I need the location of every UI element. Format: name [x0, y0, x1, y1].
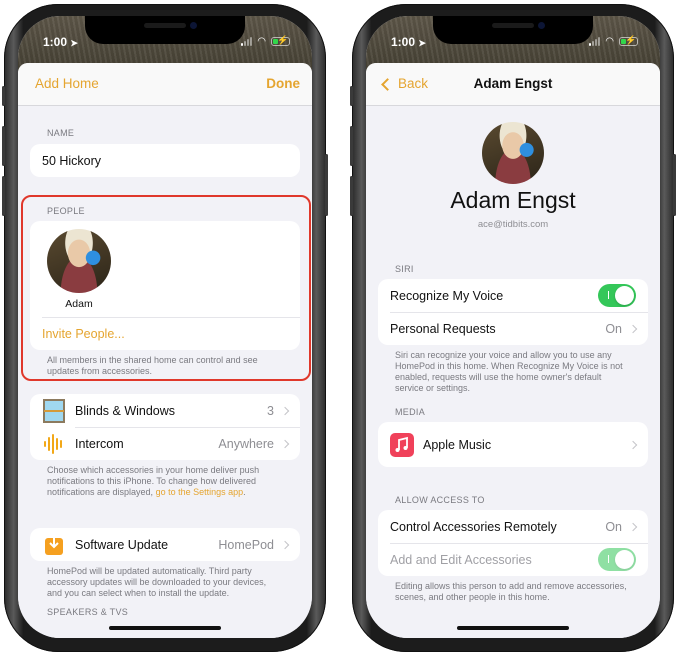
home-indicator[interactable] — [457, 626, 569, 630]
chevron-right-icon — [280, 540, 290, 549]
media-group: Apple Music — [378, 422, 648, 467]
volume-up-button — [2, 126, 5, 166]
personal-requests-row[interactable]: Personal Requests On — [378, 312, 648, 345]
row-value: HomePod — [218, 537, 274, 552]
location-arrow-icon: ➤ — [418, 38, 426, 48]
side-button — [325, 154, 328, 216]
intercom-row[interactable]: Intercom Anywhere — [30, 427, 300, 460]
battery-charging-icon — [619, 35, 638, 46]
section-label-speakers: SPEAKERS & TVS — [47, 607, 129, 617]
access-group: Control Accessories Remotely On Add and … — [378, 510, 648, 576]
add-home-button[interactable]: Add Home — [35, 76, 99, 91]
row-label: Software Update — [75, 537, 169, 552]
battery-charging-icon — [271, 35, 290, 46]
member-tile[interactable]: Adam — [30, 221, 300, 317]
section-label-name: NAME — [47, 128, 75, 138]
invite-people-button[interactable]: Invite People... — [30, 318, 300, 350]
done-button[interactable]: Done — [266, 76, 300, 91]
status-time: 1:00 ➤ — [391, 35, 426, 49]
row-label: Blinds & Windows — [75, 403, 176, 418]
people-group: Adam Invite People... — [30, 221, 300, 350]
row-value: Anywhere — [218, 436, 274, 451]
software-update-footer: HomePod will be updated automatically. T… — [47, 566, 267, 598]
access-footer: Editing allows this person to add and re… — [395, 581, 627, 602]
section-label-people: PEOPLE — [47, 206, 85, 216]
phone-right: 1:00 ➤ ◠ Back Adam Engst Adam Engst ace@… — [350, 4, 676, 652]
chevron-right-icon — [280, 406, 290, 415]
row-label: Intercom — [75, 436, 124, 451]
mute-switch — [350, 86, 353, 106]
volume-down-button — [2, 176, 5, 216]
software-update-group: Software Update HomePod — [30, 528, 300, 561]
screen: 1:00 ➤ ◠ Add Home Done NAME 50 Hickory P… — [18, 16, 312, 638]
control-accessories-remotely-row[interactable]: Control Accessories Remotely On — [378, 510, 648, 543]
apple-music-icon — [390, 432, 414, 457]
row-label: Control Accessories Remotely — [390, 519, 557, 534]
section-label-media: MEDIA — [395, 407, 426, 417]
notifications-footer: Choose which accessories in your home de… — [18, 460, 312, 498]
status-time: 1:00 ➤ — [43, 35, 78, 49]
location-arrow-icon: ➤ — [70, 38, 78, 48]
people-footer: All members in the shared home can contr… — [47, 355, 258, 376]
nav-bar: Add Home Done — [18, 63, 312, 106]
home-indicator[interactable] — [109, 626, 221, 630]
nav-bar: Back Adam Engst — [366, 63, 660, 106]
home-name-field[interactable]: 50 Hickory — [30, 144, 300, 177]
add-edit-accessories-toggle[interactable] — [598, 548, 636, 571]
mute-switch — [2, 86, 5, 106]
recognize-my-voice-row: Recognize My Voice — [378, 279, 648, 312]
row-value: On — [605, 321, 622, 336]
row-label: Recognize My Voice — [390, 288, 504, 303]
nav-title: Adam Engst — [473, 76, 553, 91]
home-name-value[interactable]: 50 Hickory — [42, 154, 288, 168]
add-edit-accessories-row: Add and Edit Accessories — [378, 543, 648, 576]
volume-up-button — [350, 126, 353, 166]
software-update-row[interactable]: Software Update HomePod — [30, 528, 300, 561]
row-label: Add and Edit Accessories — [390, 552, 532, 567]
apple-music-row[interactable]: Apple Music — [378, 422, 648, 467]
row-value: On — [605, 519, 622, 534]
add-home-sheet: Add Home Done NAME 50 Hickory PEOPLE Ada… — [18, 63, 312, 638]
chevron-right-icon — [628, 522, 638, 531]
recognize-my-voice-toggle[interactable] — [598, 284, 636, 307]
profile-name: Adam Engst — [450, 187, 576, 213]
notifications-group: Blinds & Windows 3 Intercom Anywhere — [30, 394, 300, 460]
siri-footer: Siri can recognize your voice and allow … — [395, 350, 623, 393]
footer-end: . — [243, 487, 246, 497]
person-detail-sheet: Back Adam Engst Adam Engst ace@tidbits.c… — [366, 63, 660, 638]
profile-avatar — [482, 122, 544, 184]
profile-email: ace@tidbits.com — [477, 219, 549, 230]
notch — [433, 16, 593, 44]
wifi-icon: ◠ — [257, 36, 266, 47]
blinds-windows-row[interactable]: Blinds & Windows 3 — [30, 394, 300, 427]
phone-left: 1:00 ➤ ◠ Add Home Done NAME 50 Hickory P… — [2, 4, 328, 652]
section-label-siri: SIRI — [395, 264, 414, 274]
chevron-right-icon — [280, 439, 290, 448]
invite-people-label[interactable]: Invite People... — [42, 327, 288, 341]
notch — [85, 16, 245, 44]
cellular-signal-icon — [589, 37, 601, 46]
screen: 1:00 ➤ ◠ Back Adam Engst Adam Engst ace@… — [366, 16, 660, 638]
chevron-right-icon — [628, 440, 638, 449]
row-label: Personal Requests — [390, 321, 496, 336]
section-label-allow-access: ALLOW ACCESS TO — [395, 495, 485, 505]
settings-app-link[interactable]: go to the Settings app — [156, 487, 244, 497]
wifi-icon: ◠ — [605, 36, 614, 47]
member-name: Adam — [65, 298, 93, 310]
cellular-signal-icon — [241, 37, 253, 46]
volume-down-button — [350, 176, 353, 216]
siri-group: Recognize My Voice Personal Requests On — [378, 279, 648, 345]
side-button — [673, 154, 676, 216]
name-field-group: 50 Hickory — [30, 144, 300, 177]
row-value: 3 — [267, 403, 274, 418]
avatar[interactable] — [47, 229, 111, 293]
window-blinds-icon — [42, 398, 66, 423]
row-label: Apple Music — [423, 437, 492, 452]
intercom-waveform-icon — [42, 432, 66, 456]
chevron-right-icon — [628, 324, 638, 333]
software-update-icon — [42, 533, 66, 557]
